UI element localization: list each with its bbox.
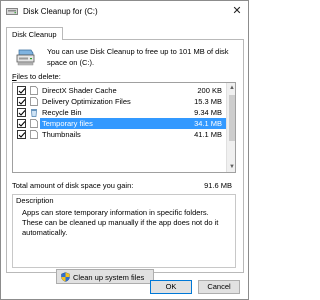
checkmark-icon <box>18 121 26 127</box>
files-list[interactable]: DirectX Shader Cache 200 KB Delivery Opt… <box>12 82 236 173</box>
clean-up-system-files-button[interactable]: Clean up system files <box>56 269 154 284</box>
description-text: Apps can store temporary information in … <box>22 208 219 237</box>
checkbox[interactable] <box>17 130 26 139</box>
hard-drive-icon <box>16 49 35 66</box>
intro-text: You can use Disk Cleanup to free up to 1… <box>47 47 229 67</box>
checkmark-icon <box>18 99 26 105</box>
close-icon[interactable]: ✕ <box>230 4 244 18</box>
file-size: 41.1 MB <box>194 130 222 139</box>
file-icon <box>30 97 38 106</box>
list-item[interactable]: Thumbnails 41.1 MB <box>13 129 226 140</box>
tab-disk-cleanup[interactable]: Disk Cleanup <box>6 27 63 40</box>
file-size: 34.1 MB <box>194 119 222 128</box>
file-name: Temporary files <box>42 119 93 128</box>
window-title: Disk Cleanup for (C:) <box>23 7 98 16</box>
file-name: Delivery Optimization Files <box>42 97 131 106</box>
file-size: 200 KB <box>197 86 222 95</box>
disk-cleanup-icon <box>6 8 18 15</box>
file-icon <box>30 86 38 95</box>
total-space-value: 91.6 MB <box>204 181 232 190</box>
checkbox[interactable] <box>17 108 26 117</box>
recycle-bin-icon <box>31 109 37 117</box>
file-icon <box>30 130 38 139</box>
clean-up-system-files-label: Clean up system files <box>73 273 145 282</box>
ok-button[interactable]: OK <box>150 280 192 294</box>
list-item[interactable]: DirectX Shader Cache 200 KB <box>13 85 226 96</box>
cancel-button[interactable]: Cancel <box>198 280 240 294</box>
scroll-down-icon[interactable]: ▼ <box>227 162 235 172</box>
list-item[interactable]: Delivery Optimization Files 15.3 MB <box>13 96 226 107</box>
list-scrollbar[interactable]: ▲ ▼ <box>226 83 235 172</box>
scroll-thumb[interactable] <box>229 95 235 141</box>
title-bar[interactable]: Disk Cleanup for (C:) ✕ <box>1 1 248 23</box>
file-icon <box>30 119 38 128</box>
list-item[interactable]: Recycle Bin 9.34 MB <box>13 107 226 118</box>
checkbox[interactable] <box>17 97 26 106</box>
total-space-label: Total amount of disk space you gain: <box>12 181 134 190</box>
scroll-up-icon[interactable]: ▲ <box>227 83 235 93</box>
disk-cleanup-window: Disk Cleanup for (C:) ✕ Disk Cleanup You… <box>0 0 249 300</box>
checkbox[interactable] <box>17 119 26 128</box>
tab-label: Disk Cleanup <box>12 30 57 39</box>
checkmark-icon <box>18 132 26 138</box>
uac-shield-icon <box>61 272 70 282</box>
file-name: Thumbnails <box>42 130 81 139</box>
checkmark-icon <box>18 110 26 116</box>
files-to-delete-label: Files to delete: <box>12 72 61 81</box>
description-title: Description <box>16 196 54 205</box>
file-name: DirectX Shader Cache <box>42 86 117 95</box>
file-name: Recycle Bin <box>42 108 82 117</box>
file-size: 15.3 MB <box>194 97 222 106</box>
list-item-selected[interactable]: Temporary files 34.1 MB <box>13 118 226 129</box>
checkmark-icon <box>18 88 26 94</box>
file-size: 9.34 MB <box>194 108 222 117</box>
checkbox[interactable] <box>17 86 26 95</box>
